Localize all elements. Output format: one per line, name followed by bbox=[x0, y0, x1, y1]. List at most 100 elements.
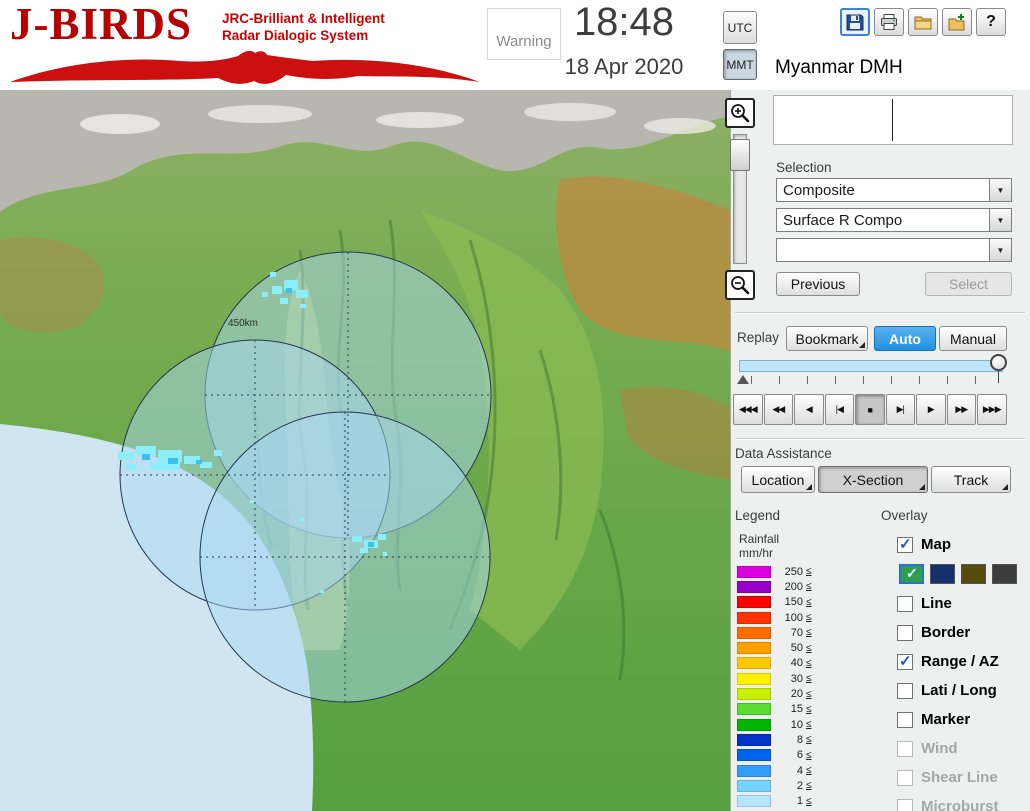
range-ring-label: 450km bbox=[228, 318, 258, 329]
replay-timeline-handle[interactable] bbox=[990, 354, 1007, 371]
legend-color-swatch bbox=[737, 688, 771, 701]
map-style-olive[interactable]: ✓ bbox=[961, 564, 986, 584]
help-button[interactable]: ? bbox=[976, 8, 1006, 36]
legend-color-swatch bbox=[737, 565, 771, 578]
overlay-row-line: ✓ Line bbox=[897, 589, 1029, 618]
legend-lte: ≤ bbox=[806, 581, 812, 593]
location-button[interactable]: Location bbox=[741, 466, 815, 493]
logo-tagline-line1: JRC-Brilliant & Intelligent bbox=[222, 11, 385, 26]
legend-row: 4 ≤ bbox=[737, 763, 812, 778]
utc-button[interactable]: UTC bbox=[723, 11, 757, 44]
select-button[interactable]: Select bbox=[925, 272, 1012, 296]
range-az-checkbox[interactable]: ✓ bbox=[897, 653, 913, 670]
marker-checkbox[interactable]: ✓ bbox=[897, 711, 913, 728]
legend-lte: ≤ bbox=[806, 749, 812, 761]
legend-value: 250 bbox=[784, 565, 803, 578]
map-checkbox[interactable]: ✓ bbox=[897, 536, 913, 553]
line-checkbox[interactable]: ✓ bbox=[897, 595, 913, 612]
overlay-label: Map bbox=[921, 536, 951, 553]
auto-mode-button[interactable]: Auto bbox=[874, 326, 936, 351]
zoom-slider-thumb[interactable] bbox=[730, 139, 750, 171]
overlay-label: Microburst bbox=[921, 798, 999, 811]
jump-end-button[interactable]: ▶▶▶ bbox=[977, 394, 1007, 425]
overlay-row-wind: ✓ Wind bbox=[897, 734, 1029, 763]
chevron-down-icon[interactable]: ▼ bbox=[989, 239, 1011, 261]
magnifier-minus-icon bbox=[731, 276, 750, 295]
shear-line-checkbox[interactable]: ✓ bbox=[897, 769, 913, 786]
legend-color-swatch bbox=[737, 626, 771, 639]
replay-timeline-track[interactable] bbox=[739, 360, 1003, 372]
type-dropdown-value: Surface R Compo bbox=[783, 211, 903, 229]
jbirds-window: J-BIRDS JRC-Brilliant & Intelligent Rada… bbox=[0, 0, 1030, 811]
open-file-button[interactable] bbox=[908, 8, 938, 36]
map-style-swatches: ✓ ✓ ✓ ✓ bbox=[897, 559, 1029, 589]
extra-dropdown[interactable]: ▼ bbox=[776, 238, 1012, 262]
print-button[interactable] bbox=[874, 8, 904, 36]
zoom-in-button[interactable] bbox=[725, 98, 755, 128]
previous-button[interactable]: Previous bbox=[776, 272, 860, 296]
track-button[interactable]: Track bbox=[931, 466, 1011, 493]
rewind-button[interactable]: ◀ bbox=[794, 394, 824, 425]
info-input[interactable] bbox=[773, 95, 1013, 145]
zoom-slider[interactable] bbox=[730, 134, 750, 264]
legend-value: 150 bbox=[784, 596, 803, 609]
warning-indicator[interactable]: Warning bbox=[487, 8, 561, 60]
export-button[interactable] bbox=[942, 8, 972, 36]
overlay-options: ✓ Map ✓ ✓ ✓ ✓ ✓ Line ✓ Border ✓ Range / … bbox=[897, 530, 1029, 811]
overlay-row-border: ✓ Border bbox=[897, 618, 1029, 647]
legend-value: 1 bbox=[796, 795, 803, 808]
legend-lte: ≤ bbox=[806, 688, 812, 700]
org-name: Myanmar DMH bbox=[775, 57, 903, 78]
fast-rewind-button[interactable]: ◀◀ bbox=[763, 394, 793, 425]
overlay-section-label: Overlay bbox=[881, 508, 928, 523]
legend-row: 8 ≤ bbox=[737, 732, 812, 747]
legend-color-swatch bbox=[737, 657, 771, 670]
mmt-button[interactable]: MMT bbox=[723, 49, 757, 80]
legend-section-label: Legend bbox=[735, 508, 781, 523]
play-button[interactable]: ▶ bbox=[916, 394, 946, 425]
chevron-down-icon[interactable]: ▼ bbox=[989, 209, 1011, 231]
step-back-button[interactable]: |◀ bbox=[824, 394, 854, 425]
overlay-row-shear-line: ✓ Shear Line bbox=[897, 763, 1029, 792]
lati-long-checkbox[interactable]: ✓ bbox=[897, 682, 913, 699]
overlay-label: Range / AZ bbox=[921, 653, 999, 670]
stop-button[interactable]: ■ bbox=[855, 394, 885, 425]
type-dropdown[interactable]: Surface R Compo ▼ bbox=[776, 208, 1012, 232]
radar-map[interactable]: 450km bbox=[0, 90, 730, 811]
chevron-down-icon[interactable]: ▼ bbox=[989, 179, 1011, 201]
legend-color-swatch bbox=[737, 642, 771, 655]
xsection-button[interactable]: X-Section bbox=[818, 466, 928, 493]
save-button[interactable] bbox=[840, 8, 870, 36]
overlay-row-microburst: ✓ Microburst bbox=[897, 792, 1029, 811]
map-style-green[interactable]: ✓ bbox=[899, 564, 924, 584]
border-checkbox[interactable]: ✓ bbox=[897, 624, 913, 641]
rainfall-legend: 250 ≤ 200 ≤ 150 ≤ 100 ≤ 70 ≤ 50 ≤ 40 ≤ 30 ≤ 20 ≤ … bbox=[737, 564, 812, 809]
bookmark-button[interactable]: Bookmark bbox=[786, 326, 868, 351]
clock-time: 18:48 bbox=[573, 0, 675, 44]
legend-value: 20 bbox=[790, 688, 803, 701]
microburst-checkbox[interactable]: ✓ bbox=[897, 798, 913, 811]
jump-start-button[interactable]: ◀◀◀ bbox=[733, 394, 763, 425]
clock-date: 18 Apr 2020 bbox=[564, 54, 684, 79]
fast-forward-button[interactable]: ▶▶ bbox=[946, 394, 976, 425]
product-dropdown[interactable]: Composite ▼ bbox=[776, 178, 1012, 202]
legend-color-swatch bbox=[737, 764, 771, 777]
legend-row: 30 ≤ bbox=[737, 671, 812, 686]
divider bbox=[735, 312, 1025, 314]
header: J-BIRDS JRC-Brilliant & Intelligent Rada… bbox=[0, 0, 1030, 90]
legend-row: 40 ≤ bbox=[737, 656, 812, 671]
zoom-out-button[interactable] bbox=[725, 270, 755, 300]
control-panel: Selection Composite ▼ Surface R Compo ▼ … bbox=[730, 90, 1030, 811]
extra-dropdown-value bbox=[777, 239, 989, 261]
replay-section-label: Replay bbox=[737, 330, 780, 345]
legend-unit-line2: mm/hr bbox=[739, 546, 773, 561]
terrain-map: 450km bbox=[0, 90, 730, 811]
logo-tagline-line2: Radar Dialogic System bbox=[222, 27, 369, 43]
manual-mode-button[interactable]: Manual bbox=[939, 326, 1007, 351]
map-style-dark-gray[interactable]: ✓ bbox=[992, 564, 1017, 584]
wind-checkbox[interactable]: ✓ bbox=[897, 740, 913, 757]
overlay-label: Line bbox=[921, 595, 952, 612]
overlay-label: Marker bbox=[921, 711, 971, 728]
step-forward-button[interactable]: ▶| bbox=[885, 394, 915, 425]
map-style-navy[interactable]: ✓ bbox=[930, 564, 955, 584]
